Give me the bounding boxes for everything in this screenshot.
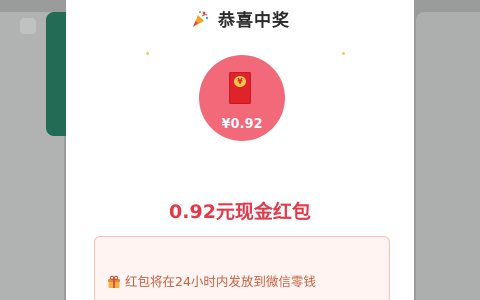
party-popper-icon: [190, 9, 210, 29]
sparkle-decoration: [342, 52, 345, 55]
background-card-right: [416, 12, 480, 300]
red-envelope-icon: ¥: [229, 72, 251, 104]
modal-header: 恭喜中奖: [66, 6, 414, 31]
payout-notice: 红包将在24小时内发放到微信零钱: [94, 236, 390, 300]
gift-icon: [107, 274, 121, 288]
prize-coin: ¥ ¥0.92: [199, 55, 285, 141]
notice-row: 红包将在24小时内发放到微信零钱: [107, 271, 316, 290]
cash-prize-label: 0.92元现金红包: [169, 201, 311, 223]
modal-title: 恭喜中奖: [218, 11, 290, 31]
envelope-seal: ¥: [234, 76, 246, 87]
prize-modal: 恭喜中奖 ¥ ¥0.92 0.92元现金红包 红包将在24小时内发放到微信零钱: [66, 0, 414, 300]
background-green-banner: [46, 12, 66, 136]
sparkle-decoration: [146, 52, 149, 55]
background-icon: [20, 18, 36, 34]
coin-amount: ¥0.92: [221, 117, 263, 132]
notice-text: 红包将在24小时内发放到微信零钱: [125, 274, 316, 289]
